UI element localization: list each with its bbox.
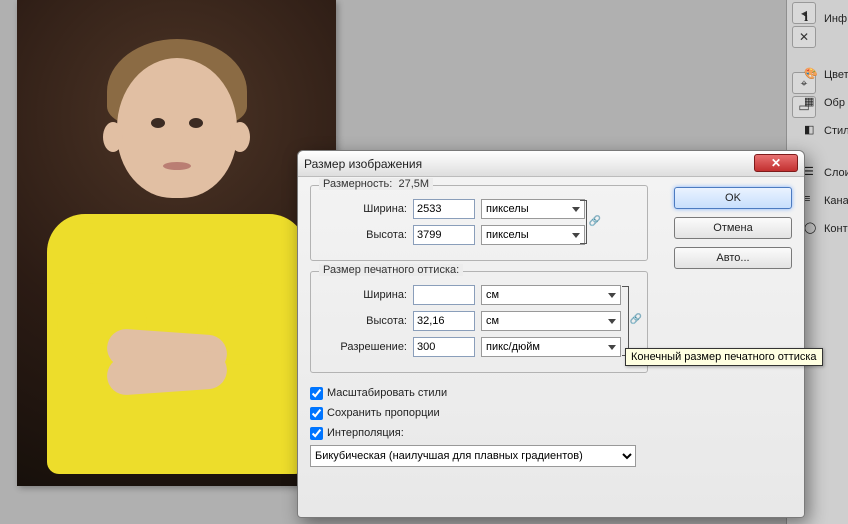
px-height-unit-select[interactable]: пикселы: [481, 225, 585, 245]
panel-label: Обр: [824, 97, 845, 109]
dialog-title: Размер изображения: [304, 157, 422, 171]
document-size-legend: Размер печатного оттиска:: [319, 264, 463, 276]
pixel-dimensions-legend: Размерность: 27,5M: [319, 178, 433, 190]
panel-tab-info[interactable]: ℹ︎ Инф: [800, 8, 848, 30]
paths-icon: ◯: [804, 221, 820, 237]
px-width-label: Ширина:: [323, 203, 407, 215]
panel-label: Конт: [824, 223, 848, 235]
close-icon: ✕: [771, 156, 781, 170]
px-height-input[interactable]: [413, 225, 475, 245]
doc-height-unit-select[interactable]: см: [481, 311, 621, 331]
dialog-titlebar[interactable]: Размер изображения ✕: [298, 151, 804, 177]
panel-label: Цвет: [824, 69, 848, 81]
resample-label: Интерполяция:: [327, 427, 404, 439]
interpolation-select[interactable]: Бикубическая (наилучшая для плавных град…: [310, 445, 636, 467]
info-icon: ℹ︎: [804, 11, 820, 27]
panel-tab-channels[interactable]: ≡ Кана: [800, 190, 848, 212]
styles-icon: ◧: [804, 123, 820, 139]
resample-checkbox[interactable]: [310, 427, 323, 440]
resolution-unit-select[interactable]: пикс/дюйм: [481, 337, 621, 357]
chevron-down-icon: [608, 319, 616, 324]
chain-icon: 🔗: [589, 216, 601, 227]
resolution-input[interactable]: [413, 337, 475, 357]
scale-styles-checkbox[interactable]: [310, 387, 323, 400]
panel-label: Инф: [824, 13, 847, 25]
chevron-down-icon: [608, 345, 616, 350]
panel-label: Стил: [824, 125, 848, 137]
channels-icon: ≡: [804, 193, 820, 209]
px-width-input[interactable]: [413, 199, 475, 219]
doc-width-label: Ширина:: [323, 289, 407, 301]
panel-tab-color[interactable]: 🎨 Цвет: [800, 64, 848, 86]
panel-tab-styles[interactable]: ◧ Стил: [800, 120, 848, 142]
chevron-down-icon: [608, 293, 616, 298]
panel-label: Слои: [824, 167, 848, 179]
panel-tab-layers[interactable]: ☰ Слои: [800, 162, 848, 184]
doc-height-input[interactable]: [413, 311, 475, 331]
doc-width-unit-select[interactable]: см: [481, 285, 621, 305]
panel-tab-paths[interactable]: ◯ Конт: [800, 218, 848, 240]
image-size-dialog: Размер изображения ✕ OK Отмена Авто... Р…: [297, 150, 805, 518]
tooltip: Конечный размер печатного оттиска: [625, 348, 823, 366]
px-width-unit-select[interactable]: пикселы: [481, 199, 585, 219]
panel-tab-swatches[interactable]: ▦ Обр: [800, 92, 848, 114]
palette-icon: 🎨: [804, 67, 820, 83]
chevron-down-icon: [572, 233, 580, 238]
constrain-proportions-label: Сохранить пропорции: [327, 407, 440, 419]
layers-icon: ☰: [804, 165, 820, 181]
chevron-down-icon: [572, 207, 580, 212]
photo-canvas: [17, 0, 336, 486]
swatches-icon: ▦: [804, 95, 820, 111]
doc-width-input[interactable]: [413, 285, 475, 305]
resolution-label: Разрешение:: [323, 341, 407, 353]
panel-label: Кана: [824, 195, 848, 207]
chain-icon: 🔗: [630, 314, 642, 325]
px-height-label: Высота:: [323, 229, 407, 241]
doc-height-label: Высота:: [323, 315, 407, 327]
photo-content: [17, 0, 336, 486]
scale-styles-label: Масштабировать стили: [327, 387, 447, 399]
close-button[interactable]: ✕: [754, 154, 798, 172]
constrain-proportions-checkbox[interactable]: [310, 407, 323, 420]
